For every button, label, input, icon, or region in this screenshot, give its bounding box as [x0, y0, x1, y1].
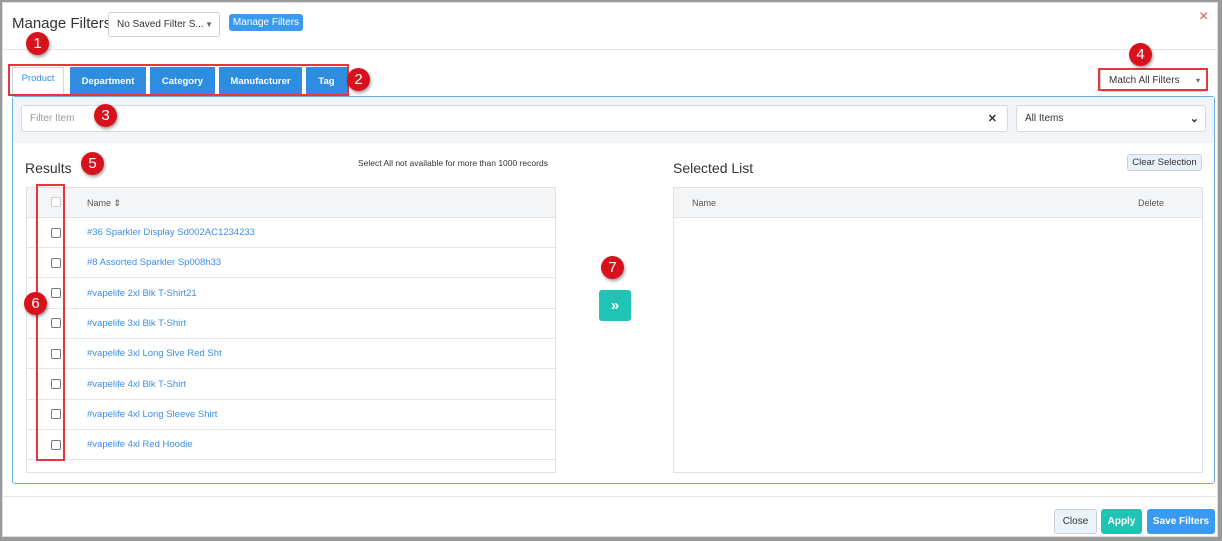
items-scope-select[interactable]: All Items ⌄: [1016, 105, 1206, 132]
selected-table-header: Name Delete: [674, 188, 1202, 218]
selected-table: Name Delete: [673, 187, 1203, 473]
selected-name-column: Name: [692, 198, 717, 208]
table-row: #vapelife 4xl Long Sleeve Shirt: [27, 400, 555, 430]
table-row: #vapelife 2xl Blk T-Shirt21: [27, 279, 555, 309]
annotation-badge-3: 3: [94, 104, 117, 127]
table-row: #vapelife 3xl Long Slve Red Sht: [27, 339, 555, 370]
save-filters-button[interactable]: Save Filters: [1147, 509, 1215, 534]
name-column-header[interactable]: Name ⇕: [87, 198, 121, 209]
move-to-selected-button[interactable]: »: [599, 290, 631, 321]
divider: [3, 49, 1217, 50]
row-name-link[interactable]: #vapelife 2xl Blk T-Shirt21: [87, 288, 197, 299]
filter-panel: Filter Item ✕ All Items ⌄ Results Select…: [12, 96, 1215, 484]
annotation-badge-2: 2: [347, 68, 370, 91]
row-name-link[interactable]: #vapelife 3xl Blk T-Shirt: [87, 318, 186, 329]
close-icon[interactable]: ×: [1199, 8, 1208, 26]
select-all-note: Select All not available for more than 1…: [358, 158, 548, 168]
apply-button[interactable]: Apply: [1101, 509, 1142, 534]
caret-down-icon: ▼: [205, 20, 213, 29]
annotation-box-match: [1098, 68, 1208, 91]
selected-list-title: Selected List: [673, 160, 754, 176]
items-scope-value: All Items: [1025, 113, 1064, 124]
annotation-box-checkboxes: [36, 184, 65, 461]
annotation-badge-5: 5: [81, 152, 104, 175]
row-name-link[interactable]: #vapelife 4xl Red Hoodie: [87, 439, 193, 450]
table-row: #vapelife 4xl Blk T-Shirt: [27, 370, 555, 400]
filter-placeholder: Filter Item: [30, 113, 75, 124]
chevron-down-icon: ⌄: [1189, 113, 1199, 125]
name-column-label: Name: [87, 198, 112, 208]
row-name-link[interactable]: #8 Assorted Sparkler Sp008h33: [87, 257, 221, 268]
filter-bar: Filter Item ✕ All Items ⌄: [13, 97, 1214, 143]
results-title: Results: [25, 160, 72, 176]
saved-filter-value: No Saved Filter S...: [117, 19, 204, 30]
delete-column: Delete: [1138, 198, 1165, 208]
sort-icon: ⇕: [113, 198, 122, 208]
annotation-badge-7: 7: [601, 256, 624, 279]
table-row: #36 Sparkler Display Sd002AC1234233: [27, 218, 555, 248]
row-name-link[interactable]: #36 Sparkler Display Sd002AC1234233: [87, 227, 255, 238]
clear-selection-button[interactable]: Clear Selection: [1127, 154, 1202, 171]
annotation-badge-4: 4: [1129, 43, 1152, 66]
row-name-link[interactable]: #vapelife 4xl Long Sleeve Shirt: [87, 409, 217, 420]
manage-filters-button[interactable]: Manage Filters: [229, 14, 303, 31]
clear-filter-icon[interactable]: ✕: [988, 112, 997, 125]
annotation-badge-6: 6: [24, 292, 47, 315]
filter-item-input[interactable]: Filter Item ✕: [21, 105, 1008, 132]
results-table: Name ⇕ #36 Sparkler Display Sd002AC12342…: [26, 187, 556, 473]
dialog-title: Manage Filters: [12, 15, 112, 32]
table-row: #vapelife 3xl Blk T-Shirt: [27, 309, 555, 339]
annotation-box-tabs: [8, 64, 349, 96]
row-name-link[interactable]: #vapelife 3xl Long Slve Red Sht: [87, 348, 222, 359]
table-row: #8 Assorted Sparkler Sp008h33: [27, 248, 555, 279]
footer-divider: [3, 496, 1217, 497]
annotation-badge-1: 1: [26, 32, 49, 55]
table-row: #vapelife 4xl Red Hoodie: [27, 430, 555, 461]
saved-filter-select[interactable]: No Saved Filter S... ▼: [108, 12, 220, 37]
row-name-link[interactable]: #vapelife 4xl Blk T-Shirt: [87, 379, 186, 390]
results-table-header: Name ⇕: [27, 188, 555, 218]
close-button[interactable]: Close: [1054, 509, 1097, 534]
